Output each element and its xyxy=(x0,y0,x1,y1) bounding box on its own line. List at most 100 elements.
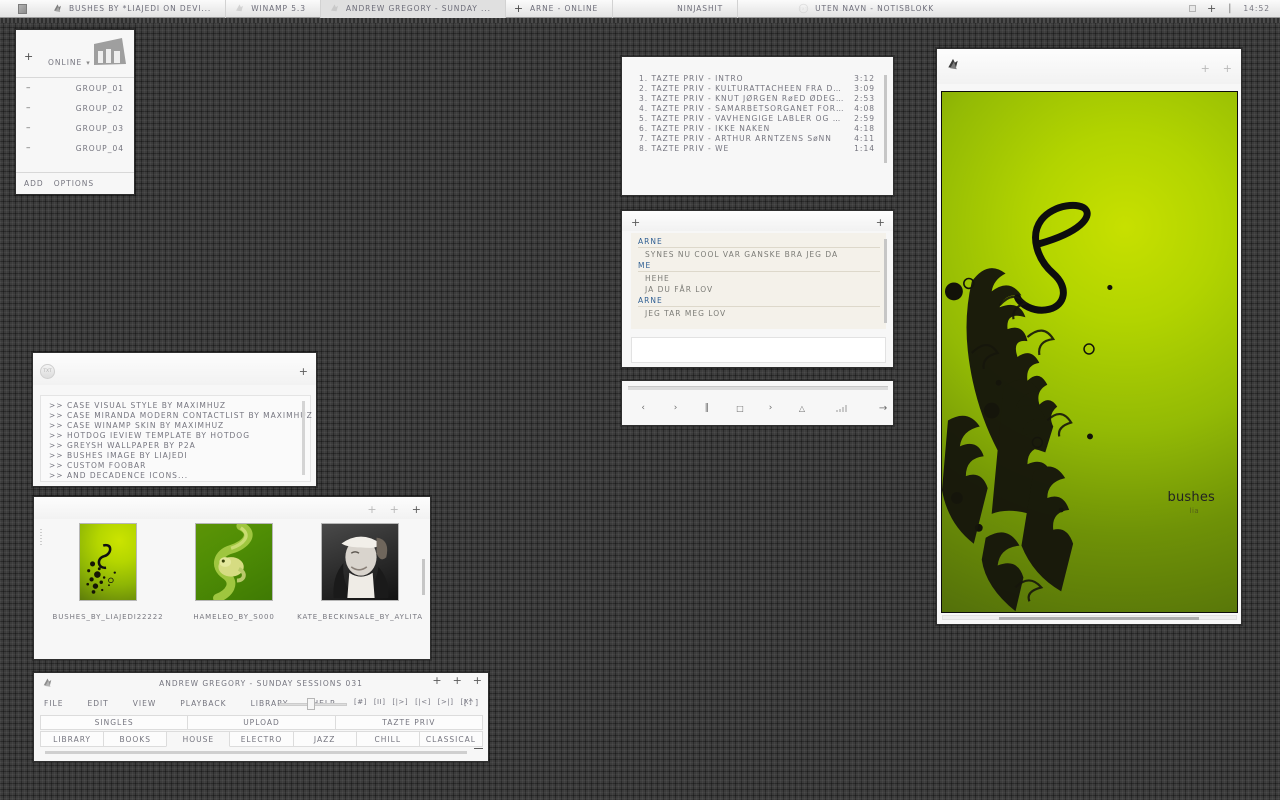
horizontal-scrollbar[interactable] xyxy=(45,751,467,754)
notepad-text-area[interactable]: >> CASE VISUAL STYLE BY MAXIMHUZ >> CASE… xyxy=(40,395,312,482)
menu-view[interactable]: VIEW xyxy=(133,699,157,708)
pause-button[interactable]: [II] xyxy=(374,698,386,706)
bushes-thumbnail[interactable] xyxy=(79,523,137,601)
shuffle-button[interactable]: [#] xyxy=(354,698,367,706)
tab-label: CLASSICAL xyxy=(425,734,476,744)
play-button[interactable]: › xyxy=(753,403,788,413)
collapse-icon[interactable]: – xyxy=(26,103,31,113)
gallery-caption: KATE_BECKINSALE_BY_AYLITA xyxy=(297,613,423,621)
slider-handle[interactable] xyxy=(307,698,315,710)
contact-group-row[interactable]: – GROUP_02 xyxy=(16,98,134,118)
eject-button[interactable]: △ xyxy=(788,404,816,413)
playlist-row[interactable]: 6. TAZTE PRIV - IKKE NAKEN 4:18 xyxy=(639,124,875,134)
menu-playback[interactable]: PLAYBACK xyxy=(180,699,226,708)
watermark-subtitle: lia xyxy=(1189,507,1200,515)
gallery-item[interactable]: BUSHES_BY_LIAJEDI22222 xyxy=(53,523,163,621)
portrait-thumbnail[interactable] xyxy=(321,523,399,601)
collapse-icon[interactable]: – xyxy=(26,83,31,93)
taskbar-item-winamp[interactable]: WINAMP 5.3 xyxy=(226,0,321,18)
gallery-control-icon[interactable]: + xyxy=(390,504,399,515)
status-selector[interactable]: ONLINE ▾ xyxy=(48,58,90,67)
gallery-caption: BUSHES_BY_LIAJEDI22222 xyxy=(52,613,164,621)
gallery-control-icon[interactable]: + xyxy=(367,504,376,515)
taskbar-item-arne-online[interactable]: + ARNE - ONLINE xyxy=(506,0,614,18)
playlist-row[interactable]: 1. TAZTE PRIV - INTRO 3:12 xyxy=(639,74,875,84)
tab-jazz[interactable]: JAZZ xyxy=(292,731,357,747)
playlist-row[interactable]: 3. TAZTE PRIV - KNUT JØRGEN RøED ØDEGAAR… xyxy=(639,94,875,104)
chat-scrollbar[interactable] xyxy=(884,239,887,323)
taskbar-item-notepad[interactable]: TXT UTEN NAVN - NOTISBLOKK xyxy=(738,0,948,18)
playlist-scrollbar[interactable] xyxy=(884,75,887,163)
wallpaper-image[interactable]: bushes lia xyxy=(941,91,1238,613)
scrollbar-thumb[interactable] xyxy=(999,617,1199,620)
track-index: 7. xyxy=(639,134,649,143)
playlist-row[interactable]: 4. TAZTE PRIV - SAMARBETSORGANET FOR INV… xyxy=(639,104,875,114)
chameleon-thumbnail[interactable] xyxy=(195,523,273,601)
taskbar-item-ninjashit[interactable]: NINJASHIT xyxy=(613,0,739,18)
options-button[interactable]: OPTIONS xyxy=(54,179,95,188)
volume-slider[interactable] xyxy=(279,698,347,710)
playlist-row[interactable]: 2. TAZTE PRIV - KULTURATTACHEEN FRA DEN … xyxy=(639,84,875,94)
maximize-button[interactable]: + xyxy=(453,675,462,686)
play-button[interactable]: [|>] xyxy=(392,698,408,706)
taskbar-item-bushes[interactable]: BUSHES BY *LIAJEDI ON DEVI... xyxy=(44,0,227,18)
tray-plus-icon[interactable]: + xyxy=(1207,3,1217,14)
tab-books[interactable]: BOOKS xyxy=(103,731,168,747)
gallery-close-icon[interactable]: + xyxy=(412,504,421,515)
notepad-scrollbar[interactable] xyxy=(302,401,305,475)
chat-input[interactable] xyxy=(631,337,886,363)
collapse-icon[interactable]: – xyxy=(26,143,31,153)
minimize-button[interactable]: + xyxy=(432,675,441,686)
tab-classical[interactable]: CLASSICAL xyxy=(418,731,483,747)
forward-arrow-icon[interactable]: → xyxy=(871,403,895,414)
start-button[interactable] xyxy=(0,0,44,18)
add-contact-icon[interactable]: + xyxy=(24,50,33,63)
stop-button[interactable]: □ xyxy=(727,404,753,413)
tab-tazte-priv[interactable]: TAZTE PRIV xyxy=(334,715,483,730)
credit-line: >> CASE WINAMP SKIN BY MAXIMHUZ xyxy=(49,421,225,430)
tab-library[interactable]: LIBRARY xyxy=(40,731,105,747)
taskbar-item-andrew-gregory[interactable]: ANDREW GREGORY - SUNDAY ... xyxy=(320,0,506,18)
next-button[interactable]: [>|] xyxy=(438,698,454,706)
gallery-item[interactable]: KATE_BECKINSALE_BY_AYLITA xyxy=(297,523,422,621)
resize-handle[interactable] xyxy=(474,748,483,749)
contact-group-row[interactable]: – GROUP_03 xyxy=(16,118,134,138)
tray-bar-icon[interactable]: | xyxy=(1228,3,1232,14)
playlist-row[interactable]: 7. TAZTE PRIV - ARTHUR ARNTZENS SøNN 4:1… xyxy=(639,134,875,144)
tab-singles[interactable]: SINGLES xyxy=(40,715,189,730)
menu-edit[interactable]: EDIT xyxy=(87,699,108,708)
previous-button[interactable]: [|<] xyxy=(415,698,431,706)
playlist-row[interactable]: 5. TAZTE PRIV - VAVHENGIGE LABLER OG PLA… xyxy=(639,114,875,124)
pause-button[interactable]: ‖ xyxy=(687,403,728,413)
next-button[interactable]: › xyxy=(664,403,686,413)
gallery-item[interactable]: HAMELEO_BY_S000 xyxy=(193,523,274,621)
chat-close-icon[interactable]: + xyxy=(876,217,885,228)
tab-house[interactable]: HOUSE xyxy=(166,731,231,747)
tab-electro[interactable]: ELECTRO xyxy=(229,731,294,747)
add-button[interactable]: ADD xyxy=(24,179,44,188)
chat-add-icon[interactable]: + xyxy=(631,217,640,228)
notepad-close-icon[interactable]: + xyxy=(299,366,308,377)
contact-group-row[interactable]: – GROUP_01 xyxy=(16,78,134,98)
tray-box-icon[interactable] xyxy=(1188,5,1196,12)
gallery-scrollbar[interactable] xyxy=(422,559,425,595)
collapse-icon[interactable]: – xyxy=(26,123,31,133)
group-label: GROUP_01 xyxy=(75,83,124,93)
collapse-button[interactable]: [^] xyxy=(464,698,479,707)
playlist-row[interactable]: 8. TAZTE PRIV - WE 1:14 xyxy=(639,144,875,154)
chat-nickname: ARNE xyxy=(638,296,880,307)
notepad-icon: TXT xyxy=(40,363,55,379)
contact-group-row[interactable]: – GROUP_04 xyxy=(16,138,134,158)
viewer-close-icon[interactable]: + xyxy=(1223,63,1232,74)
previous-button[interactable]: ‹ xyxy=(622,403,664,413)
tab-chill[interactable]: CHILL xyxy=(355,731,420,747)
seek-bar[interactable] xyxy=(628,386,888,390)
close-button[interactable]: + xyxy=(473,675,482,686)
menu-file[interactable]: FILE xyxy=(44,699,63,708)
tab-upload[interactable]: UPLOAD xyxy=(187,715,336,730)
viewer-minimize-icon[interactable]: + xyxy=(1201,63,1210,74)
group-label: GROUP_03 xyxy=(75,123,124,133)
chat-message-line: HEHE xyxy=(645,274,670,283)
volume-meter[interactable] xyxy=(836,404,848,412)
viewer-horizontal-scrollbar[interactable] xyxy=(942,615,1237,620)
